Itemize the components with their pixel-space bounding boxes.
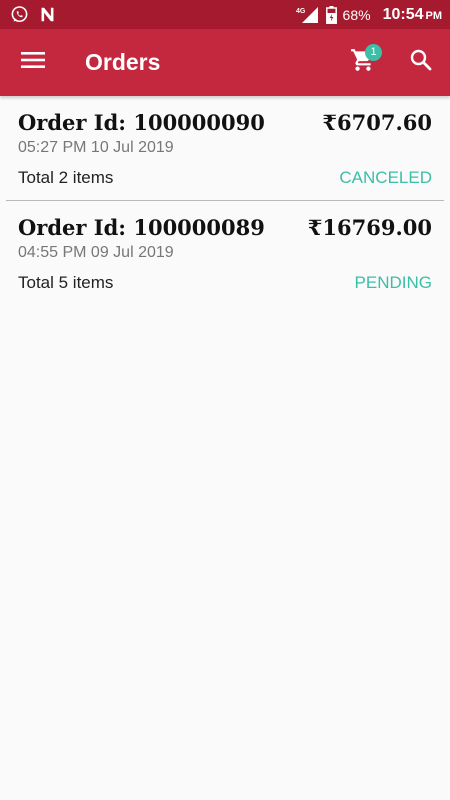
order-date: 04:55 PM 09 Jul 2019 bbox=[18, 244, 174, 261]
menu-button[interactable] bbox=[0, 29, 66, 96]
clock-suffix: PM bbox=[425, 9, 443, 22]
menu-icon bbox=[21, 50, 45, 75]
search-icon bbox=[409, 48, 433, 77]
order-item[interactable]: Order Id: 100000090 ₹6707.60 05:27 PM 10… bbox=[0, 96, 450, 200]
app-bar: Orders 1 bbox=[0, 29, 450, 96]
signal-icon: 4G bbox=[296, 6, 320, 24]
order-total-items: Total 5 items bbox=[18, 273, 114, 292]
whatsapp-icon bbox=[10, 5, 29, 24]
order-id: Order Id: 100000090 bbox=[18, 110, 265, 135]
order-price: ₹16769.00 bbox=[307, 215, 432, 240]
battery-percent: 68% bbox=[342, 6, 371, 23]
cart-count-badge: 1 bbox=[365, 44, 382, 61]
battery-icon bbox=[325, 5, 337, 24]
order-price: ₹6707.60 bbox=[322, 110, 432, 135]
search-button[interactable] bbox=[392, 29, 450, 96]
clock-time: 10:54 bbox=[382, 5, 424, 23]
order-status: CANCELED bbox=[339, 168, 432, 187]
cart-button[interactable]: 1 bbox=[334, 29, 392, 96]
page-title: Orders bbox=[85, 49, 161, 75]
network-type-text: 4G bbox=[296, 8, 306, 15]
orders-list: Order Id: 100000090 ₹6707.60 05:27 PM 10… bbox=[0, 96, 450, 305]
order-date: 05:27 PM 10 Jul 2019 bbox=[18, 139, 174, 156]
order-status: PENDING bbox=[354, 273, 432, 292]
order-id: Order Id: 100000089 bbox=[18, 215, 265, 240]
status-bar: 4G 68% 10:54 PM bbox=[0, 0, 450, 29]
order-item[interactable]: Order Id: 100000089 ₹16769.00 04:55 PM 0… bbox=[0, 201, 450, 305]
clock: 10:54 PM bbox=[383, 6, 442, 24]
order-total-items: Total 2 items bbox=[18, 168, 114, 187]
n-app-icon bbox=[39, 6, 56, 23]
